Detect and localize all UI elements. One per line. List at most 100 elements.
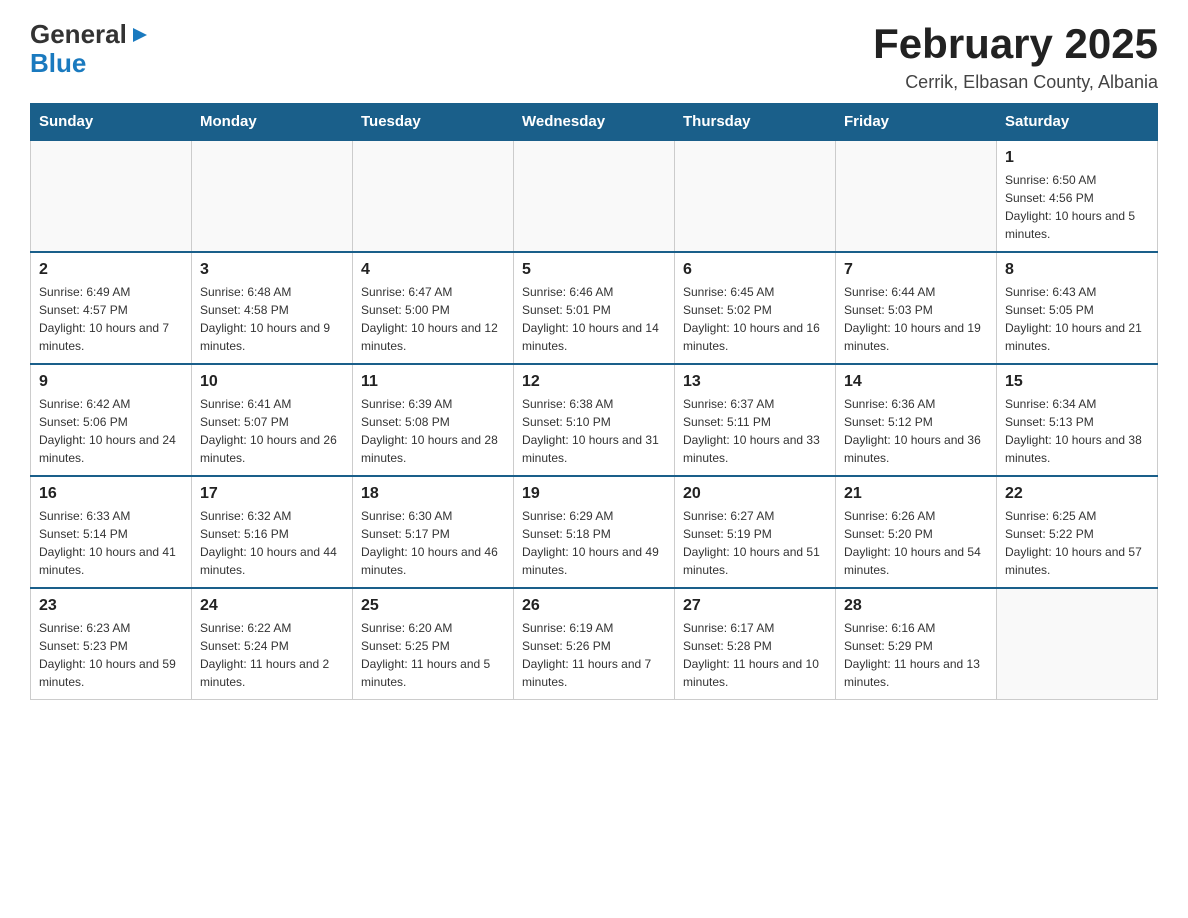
- day-number: 6: [683, 261, 827, 279]
- calendar-cell: 12 Sunrise: 6:38 AM Sunset: 5:10 PM Dayli…: [514, 364, 675, 476]
- day-number: 10: [200, 373, 344, 391]
- calendar-cell: 26 Sunrise: 6:19 AM Sunset: 5:26 PM Dayli…: [514, 588, 675, 700]
- day-info: Sunrise: 6:16 AM Sunset: 5:29 PM Dayligh…: [844, 619, 988, 691]
- day-number: 7: [844, 261, 988, 279]
- calendar-cell: [514, 141, 675, 253]
- calendar-cell: 21Sunrise: 6:26 AM Sunset: 5:20 PM Dayli…: [836, 476, 997, 588]
- calendar-cell: 8Sunrise: 6:43 AM Sunset: 5:05 PM Daylig…: [997, 252, 1158, 364]
- day-number: 18: [361, 485, 505, 503]
- calendar-cell: [836, 141, 997, 253]
- calendar-cell: 19 Sunrise: 6:29 AM Sunset: 5:18 PM Dayli…: [514, 476, 675, 588]
- calendar-cell: 27 Sunrise: 6:17 AM Sunset: 5:28 PM Dayli…: [675, 588, 836, 700]
- day-number: 19: [522, 485, 666, 503]
- calendar-cell: 10 Sunrise: 6:41 AM Sunset: 5:07 PM Dayli…: [192, 364, 353, 476]
- calendar-cell: 28 Sunrise: 6:16 AM Sunset: 5:29 PM Dayli…: [836, 588, 997, 700]
- day-info: Sunrise: 6:29 AM Sunset: 5:18 PM Dayligh…: [522, 507, 666, 579]
- calendar-cell: 7 Sunrise: 6:44 AM Sunset: 5:03 PM Daylig…: [836, 252, 997, 364]
- day-number: 23: [39, 597, 183, 615]
- day-info: Sunrise: 6:22 AM Sunset: 5:24 PM Dayligh…: [200, 619, 344, 691]
- day-info: Sunrise: 6:38 AM Sunset: 5:10 PM Dayligh…: [522, 395, 666, 467]
- calendar-cell: 3 Sunrise: 6:48 AM Sunset: 4:58 PM Daylig…: [192, 252, 353, 364]
- day-number: 11: [361, 373, 505, 391]
- calendar-week-row: 1Sunrise: 6:50 AM Sunset: 4:56 PM Daylig…: [31, 141, 1158, 253]
- page-header: General Blue February 2025 Cerrik, Elbas…: [30, 20, 1158, 93]
- day-info: Sunrise: 6:26 AM Sunset: 5:20 PM Dayligh…: [844, 507, 988, 579]
- day-number: 25: [361, 597, 505, 615]
- day-number: 15: [1005, 373, 1149, 391]
- calendar-week-row: 9Sunrise: 6:42 AM Sunset: 5:06 PM Daylig…: [31, 364, 1158, 476]
- calendar-cell: 22Sunrise: 6:25 AM Sunset: 5:22 PM Dayli…: [997, 476, 1158, 588]
- calendar-cell: 4 Sunrise: 6:47 AM Sunset: 5:00 PM Daylig…: [353, 252, 514, 364]
- calendar-header-thursday: Thursday: [675, 103, 836, 141]
- day-info: Sunrise: 6:20 AM Sunset: 5:25 PM Dayligh…: [361, 619, 505, 691]
- calendar-header-friday: Friday: [836, 103, 997, 141]
- day-number: 28: [844, 597, 988, 615]
- calendar-cell: [31, 141, 192, 253]
- day-number: 4: [361, 261, 505, 279]
- day-info: Sunrise: 6:43 AM Sunset: 5:05 PM Dayligh…: [1005, 283, 1149, 355]
- day-info: Sunrise: 6:48 AM Sunset: 4:58 PM Dayligh…: [200, 283, 344, 355]
- day-number: 22: [1005, 485, 1149, 503]
- calendar-header-row: SundayMondayTuesdayWednesdayThursdayFrid…: [31, 103, 1158, 141]
- day-number: 14: [844, 373, 988, 391]
- calendar-cell: 14 Sunrise: 6:36 AM Sunset: 5:12 PM Dayli…: [836, 364, 997, 476]
- logo: General Blue: [30, 20, 151, 77]
- day-info: Sunrise: 6:23 AM Sunset: 5:23 PM Dayligh…: [39, 619, 183, 691]
- calendar-cell: 11Sunrise: 6:39 AM Sunset: 5:08 PM Dayli…: [353, 364, 514, 476]
- calendar-header-wednesday: Wednesday: [514, 103, 675, 141]
- calendar-week-row: 2 Sunrise: 6:49 AM Sunset: 4:57 PM Daylig…: [31, 252, 1158, 364]
- day-info: Sunrise: 6:46 AM Sunset: 5:01 PM Dayligh…: [522, 283, 666, 355]
- day-number: 26: [522, 597, 666, 615]
- calendar-week-row: 16Sunrise: 6:33 AM Sunset: 5:14 PM Dayli…: [31, 476, 1158, 588]
- day-info: Sunrise: 6:19 AM Sunset: 5:26 PM Dayligh…: [522, 619, 666, 691]
- calendar-cell: 9Sunrise: 6:42 AM Sunset: 5:06 PM Daylig…: [31, 364, 192, 476]
- calendar-cell: [353, 141, 514, 253]
- calendar-cell: [675, 141, 836, 253]
- day-info: Sunrise: 6:27 AM Sunset: 5:19 PM Dayligh…: [683, 507, 827, 579]
- calendar-cell: 25 Sunrise: 6:20 AM Sunset: 5:25 PM Dayli…: [353, 588, 514, 700]
- calendar-cell: 2 Sunrise: 6:49 AM Sunset: 4:57 PM Daylig…: [31, 252, 192, 364]
- calendar-week-row: 23 Sunrise: 6:23 AM Sunset: 5:23 PM Dayli…: [31, 588, 1158, 700]
- day-info: Sunrise: 6:30 AM Sunset: 5:17 PM Dayligh…: [361, 507, 505, 579]
- day-number: 12: [522, 373, 666, 391]
- day-number: 3: [200, 261, 344, 279]
- calendar-cell: 13Sunrise: 6:37 AM Sunset: 5:11 PM Dayli…: [675, 364, 836, 476]
- calendar-table: SundayMondayTuesdayWednesdayThursdayFrid…: [30, 103, 1158, 700]
- calendar-cell: 23 Sunrise: 6:23 AM Sunset: 5:23 PM Dayli…: [31, 588, 192, 700]
- calendar-cell: 5 Sunrise: 6:46 AM Sunset: 5:01 PM Daylig…: [514, 252, 675, 364]
- calendar-cell: 17 Sunrise: 6:32 AM Sunset: 5:16 PM Dayli…: [192, 476, 353, 588]
- calendar-cell: 18 Sunrise: 6:30 AM Sunset: 5:17 PM Dayli…: [353, 476, 514, 588]
- logo-blue-text: Blue: [30, 49, 86, 78]
- day-number: 27: [683, 597, 827, 615]
- subtitle: Cerrik, Elbasan County, Albania: [873, 72, 1158, 93]
- day-info: Sunrise: 6:37 AM Sunset: 5:11 PM Dayligh…: [683, 395, 827, 467]
- day-info: Sunrise: 6:44 AM Sunset: 5:03 PM Dayligh…: [844, 283, 988, 355]
- day-number: 20: [683, 485, 827, 503]
- calendar-cell: 20 Sunrise: 6:27 AM Sunset: 5:19 PM Dayli…: [675, 476, 836, 588]
- day-number: 24: [200, 597, 344, 615]
- day-number: 5: [522, 261, 666, 279]
- calendar-header-monday: Monday: [192, 103, 353, 141]
- day-info: Sunrise: 6:32 AM Sunset: 5:16 PM Dayligh…: [200, 507, 344, 579]
- day-info: Sunrise: 6:49 AM Sunset: 4:57 PM Dayligh…: [39, 283, 183, 355]
- logo-general-text: General: [30, 20, 127, 49]
- day-info: Sunrise: 6:34 AM Sunset: 5:13 PM Dayligh…: [1005, 395, 1149, 467]
- calendar-header-tuesday: Tuesday: [353, 103, 514, 141]
- day-info: Sunrise: 6:41 AM Sunset: 5:07 PM Dayligh…: [200, 395, 344, 467]
- day-number: 16: [39, 485, 183, 503]
- calendar-cell: 6 Sunrise: 6:45 AM Sunset: 5:02 PM Daylig…: [675, 252, 836, 364]
- day-info: Sunrise: 6:47 AM Sunset: 5:00 PM Dayligh…: [361, 283, 505, 355]
- day-number: 2: [39, 261, 183, 279]
- calendar-cell: 15 Sunrise: 6:34 AM Sunset: 5:13 PM Dayli…: [997, 364, 1158, 476]
- calendar-cell: 24 Sunrise: 6:22 AM Sunset: 5:24 PM Dayli…: [192, 588, 353, 700]
- day-info: Sunrise: 6:45 AM Sunset: 5:02 PM Dayligh…: [683, 283, 827, 355]
- day-number: 17: [200, 485, 344, 503]
- main-title: February 2025: [873, 20, 1158, 68]
- calendar-header-sunday: Sunday: [31, 103, 192, 141]
- logo-arrow-icon: [129, 24, 151, 46]
- day-number: 9: [39, 373, 183, 391]
- calendar-header-saturday: Saturday: [997, 103, 1158, 141]
- calendar-cell: [997, 588, 1158, 700]
- day-info: Sunrise: 6:17 AM Sunset: 5:28 PM Dayligh…: [683, 619, 827, 691]
- day-info: Sunrise: 6:36 AM Sunset: 5:12 PM Dayligh…: [844, 395, 988, 467]
